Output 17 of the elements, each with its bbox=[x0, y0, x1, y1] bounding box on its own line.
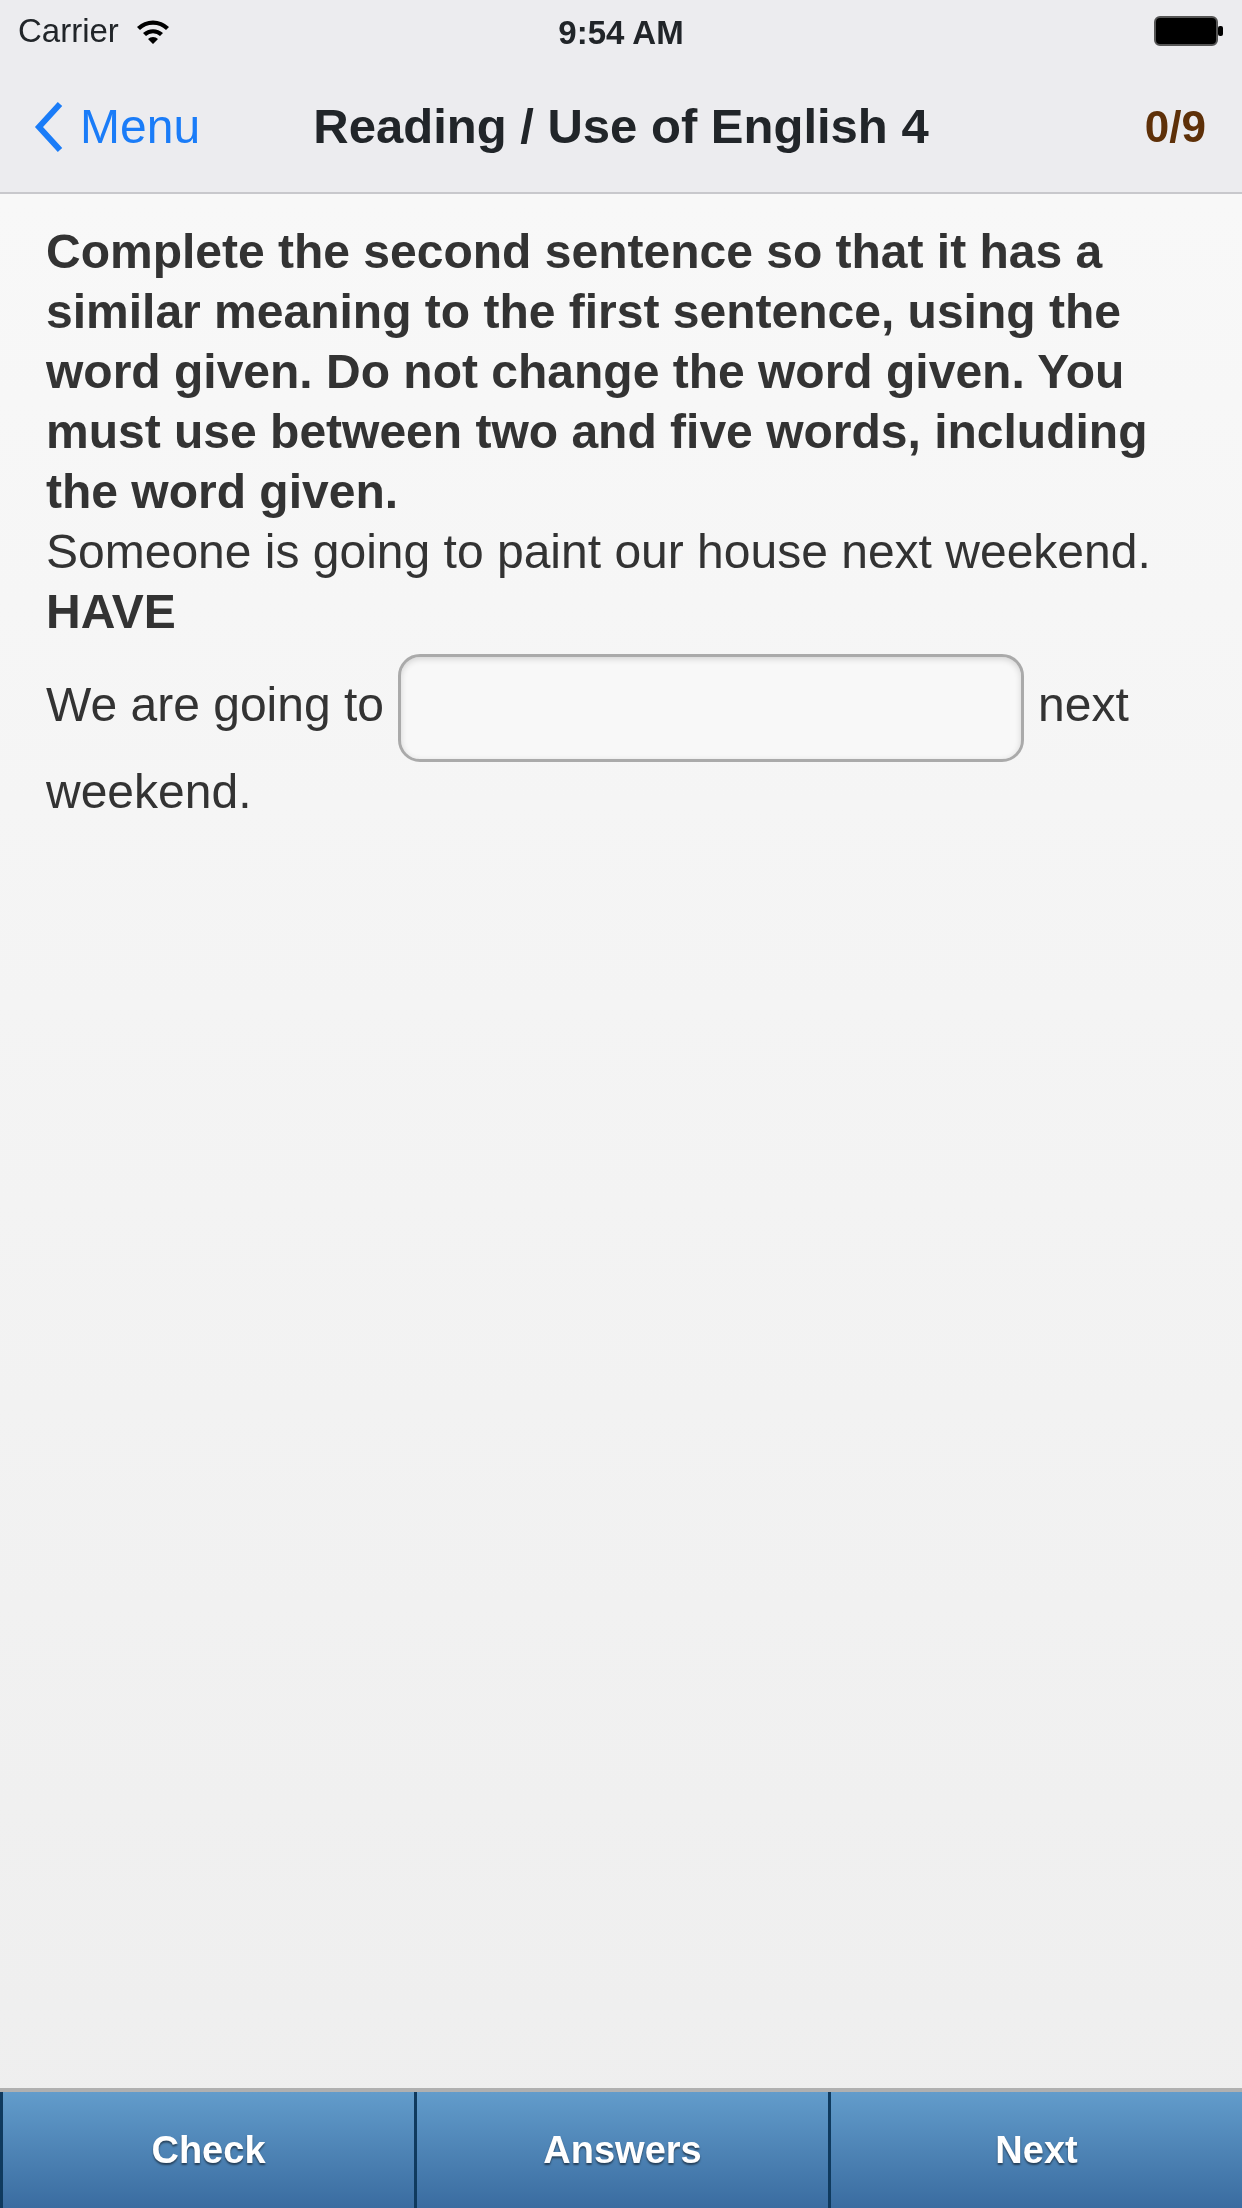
key-word: HAVE bbox=[46, 584, 177, 640]
sentence-start: We are going to bbox=[46, 677, 384, 731]
chevron-left-icon bbox=[34, 101, 64, 153]
carrier-label: Carrier bbox=[18, 11, 119, 52]
battery-icon bbox=[1154, 16, 1224, 46]
action-button[interactable]: Answers bbox=[414, 2092, 828, 2208]
answer-field[interactable] bbox=[398, 654, 1024, 762]
back-button[interactable]: Menu bbox=[34, 91, 201, 163]
score-counter: 0/9 bbox=[1144, 101, 1206, 153]
sentence-end: weekend. bbox=[46, 765, 252, 818]
sentence-end: next bbox=[1038, 677, 1129, 731]
action-button[interactable]: Check bbox=[0, 2092, 414, 2208]
instruction-text: Complete the second sentence so that it has a similar meaning to the first sentence, using the word given. Do not change the word given. You must use between two and five words, including the word given. bbox=[46, 224, 1149, 520]
source-sentence: Someone is going to paint our house next weekend. bbox=[46, 524, 1152, 580]
screen-title: Reading / Use of English 4 bbox=[313, 98, 929, 156]
clock-time: 9:54 AM bbox=[558, 13, 684, 53]
action-button[interactable]: Next bbox=[828, 2092, 1242, 2208]
